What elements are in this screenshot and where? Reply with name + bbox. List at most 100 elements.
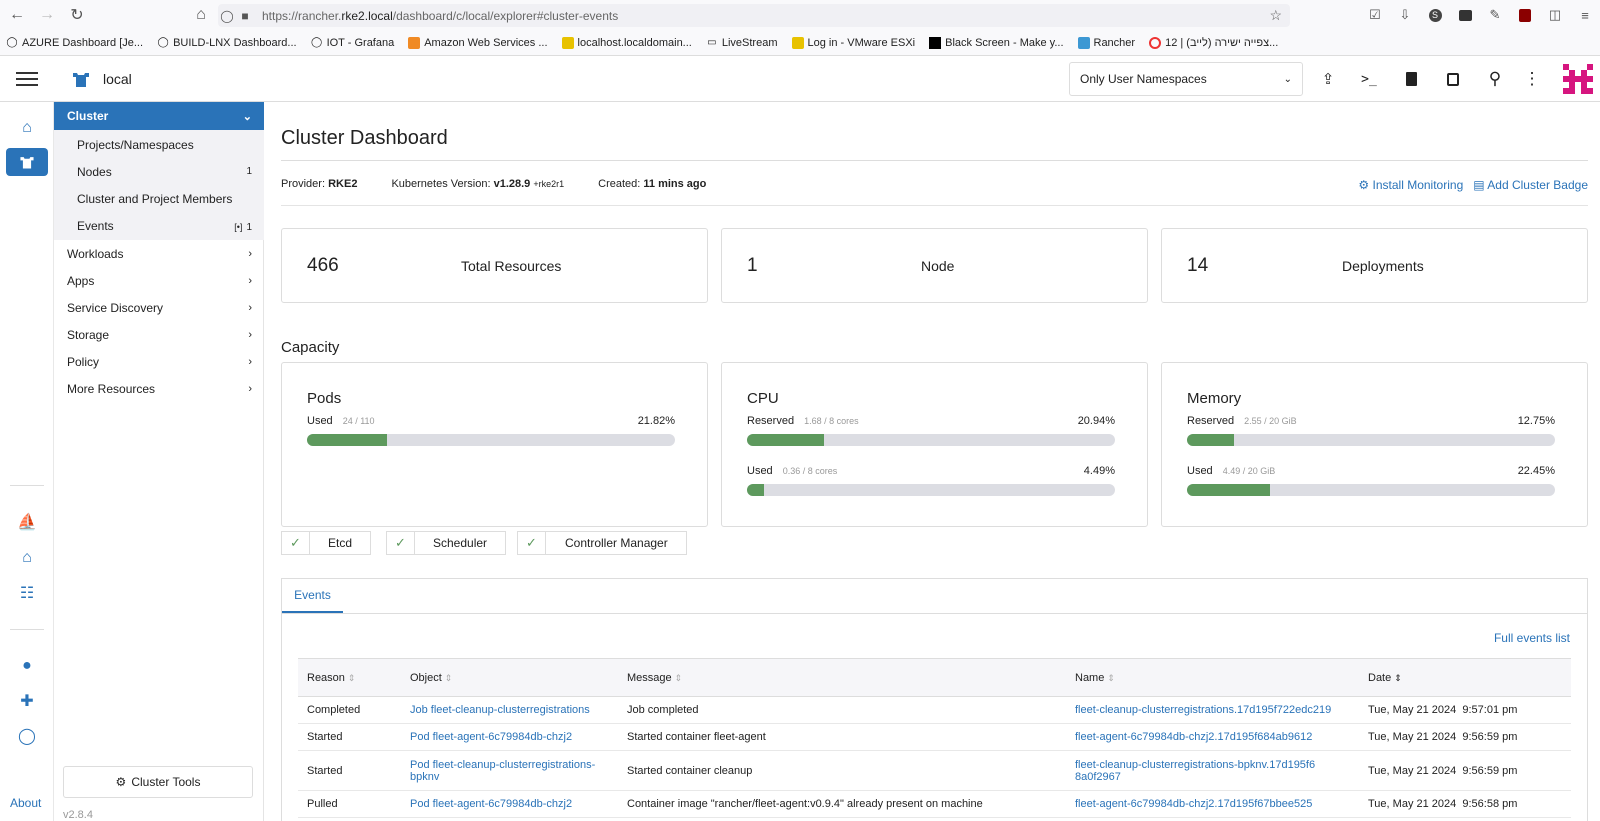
search-icon[interactable]: ⚲ bbox=[1484, 68, 1506, 90]
deployments-card[interactable]: 14 Deployments bbox=[1161, 228, 1588, 303]
hamburger-menu-icon[interactable] bbox=[16, 68, 38, 90]
extensions-icon[interactable]: ✎ bbox=[1480, 0, 1510, 30]
bookmark[interactable]: Amazon Web Services ... bbox=[408, 36, 548, 49]
total-resources-card[interactable]: 466 Total Resources bbox=[281, 228, 708, 303]
sailboat-icon[interactable]: ⛵ bbox=[0, 506, 54, 538]
tab-events[interactable]: Events bbox=[282, 579, 343, 613]
event-object-link[interactable]: Pod fleet-cleanup-clusterregistrations-b… bbox=[401, 750, 618, 791]
sidebar-item-more-resources[interactable]: More Resources › bbox=[54, 375, 264, 402]
virtualization-icon[interactable]: ☷ bbox=[0, 577, 54, 609]
event-name-link[interactable]: fleet-agent-6c79984db-chzj2.17d195f67bbe… bbox=[1066, 790, 1359, 818]
sidebar-item-workloads[interactable]: Workloads › bbox=[54, 240, 264, 267]
sidebar-item-events[interactable]: Events [•] 1 bbox=[54, 212, 264, 239]
home-icon[interactable]: ⌂ bbox=[186, 0, 216, 30]
globe-icon: ◯ bbox=[6, 37, 18, 48]
kubeconfig-file-icon[interactable] bbox=[1400, 68, 1422, 90]
bookmark[interactable]: localhost.localdomain... bbox=[561, 36, 692, 49]
reload-icon[interactable]: ↻ bbox=[62, 0, 92, 30]
namespace-filter-select[interactable]: Only User Namespaces ⌄ bbox=[1069, 62, 1303, 96]
column-header-message[interactable]: Message ⇕ bbox=[618, 658, 1066, 697]
column-header-name[interactable]: Name ⇕ bbox=[1066, 658, 1359, 697]
event-reason: Started bbox=[298, 723, 401, 751]
address-bar[interactable]: ◯ ■ https://rancher.rke2.local/dashboard… bbox=[218, 4, 1290, 27]
controller-manager-status-badge: ✓ Controller Manager bbox=[517, 531, 687, 555]
event-message: Container image "rancher/fleet-agent:v0.… bbox=[618, 790, 1066, 818]
fleet-icon[interactable]: ⌂ bbox=[0, 542, 54, 574]
sidebar-item-projects-namespaces[interactable]: Projects/Namespaces bbox=[54, 131, 264, 158]
chevron-right-icon: › bbox=[248, 247, 252, 260]
event-object-link[interactable]: Pod fleet-agent-6c79984db-chzj2 bbox=[401, 790, 618, 818]
component-label: Controller Manager bbox=[565, 536, 668, 550]
event-object-link[interactable]: Pod fleet-agent-6c79984db-chzj2 bbox=[401, 723, 618, 751]
sort-icon: ⇕ bbox=[1107, 672, 1115, 683]
extension-s-icon[interactable]: S bbox=[1420, 0, 1450, 30]
pods-capacity-card: Pods Used 24 / 110 21.82% bbox=[281, 362, 708, 527]
sidebar-item-service-discovery[interactable]: Service Discovery › bbox=[54, 294, 264, 321]
event-name-link[interactable]: fleet-cleanup-clusterregistrations-bpknv… bbox=[1066, 750, 1359, 791]
globe-icon[interactable]: ◯ bbox=[0, 720, 54, 752]
sidebar-item-label: Storage bbox=[67, 327, 110, 342]
cpu-reserved-gauge: Reserved 1.68 / 8 cores 20.94% bbox=[747, 415, 1115, 446]
sidebar-item-policy[interactable]: Policy › bbox=[54, 348, 264, 375]
version-label: v2.8.4 bbox=[63, 809, 93, 821]
sidebar-icon[interactable]: ◫ bbox=[1540, 0, 1570, 30]
sidebar-item-label: Projects/Namespaces bbox=[77, 137, 194, 152]
user-icon[interactable]: ● bbox=[0, 650, 54, 682]
menu-icon[interactable]: ≡ bbox=[1570, 0, 1600, 30]
event-name-link[interactable]: fleet-cleanup-clusterregistrations.17d19… bbox=[1066, 696, 1359, 724]
ublock-icon[interactable] bbox=[1510, 0, 1540, 30]
avatar[interactable] bbox=[1563, 64, 1593, 94]
download-icon[interactable]: ⇩ bbox=[1390, 0, 1420, 30]
puzzle-extensions-icon[interactable]: ✚ bbox=[0, 685, 54, 717]
bookmark[interactable]: ▭ LiveStream bbox=[706, 37, 777, 49]
sidebar-item-label: Events bbox=[77, 218, 114, 233]
bookmark[interactable]: Log in - VMware ESXi bbox=[791, 36, 915, 49]
sidebar-item-members[interactable]: Cluster and Project Members bbox=[54, 185, 264, 212]
bookmark[interactable]: ◯ BUILD-LNX Dashboard... bbox=[157, 37, 296, 49]
forward-icon[interactable]: → bbox=[32, 0, 62, 30]
item-count: 1 bbox=[246, 221, 252, 233]
column-header-object[interactable]: Object ⇕ bbox=[401, 658, 618, 697]
column-header-date[interactable]: Date ⇕ bbox=[1359, 658, 1571, 697]
capacity-card-title: Memory bbox=[1187, 390, 1242, 407]
sidebar-item-storage[interactable]: Storage › bbox=[54, 321, 264, 348]
event-reason: Completed bbox=[298, 696, 401, 724]
about-link[interactable]: About bbox=[10, 796, 41, 810]
cluster-tools-button[interactable]: ⚙ Cluster Tools bbox=[63, 766, 253, 798]
left-rail: ⌂ ⛵ ⌂ ☷ ● ✚ ◯ bbox=[0, 102, 54, 821]
component-label: Etcd bbox=[328, 536, 353, 550]
home-icon[interactable]: ⌂ bbox=[0, 112, 54, 144]
import-yaml-icon[interactable]: ⇪ bbox=[1317, 68, 1339, 90]
back-icon[interactable]: ← bbox=[2, 0, 32, 30]
black-square-icon bbox=[929, 36, 942, 49]
bookmark[interactable]: 12 | צפייה ישירה (לייב)... bbox=[1149, 36, 1278, 49]
event-name-link[interactable]: fleet-agent-6c79984db-chzj2.17d195f684ab… bbox=[1066, 723, 1359, 751]
cluster-local-icon[interactable] bbox=[6, 148, 48, 176]
full-events-list-link[interactable]: Full events list bbox=[1494, 631, 1570, 645]
column-header-reason[interactable]: Reason ⇕ bbox=[298, 658, 401, 697]
bookmark[interactable]: Black Screen - Make y... bbox=[929, 36, 1064, 49]
nav-group-label: Cluster bbox=[67, 109, 109, 123]
more-vertical-icon[interactable]: ⋮ bbox=[1521, 68, 1543, 90]
kubectl-shell-icon[interactable]: >_ bbox=[1358, 68, 1380, 90]
node-card[interactable]: 1 Node bbox=[721, 228, 1148, 303]
nav-group-cluster[interactable]: Cluster ⌄ bbox=[54, 102, 264, 130]
event-object-link[interactable]: Job fleet-cleanup-clusterregistrations bbox=[401, 696, 618, 724]
pocket-icon[interactable]: ☑ bbox=[1360, 0, 1390, 30]
copy-kubeconfig-icon[interactable] bbox=[1442, 68, 1464, 90]
cpu-used-gauge: Used 0.36 / 8 cores 4.49% bbox=[747, 465, 1115, 496]
install-monitoring-link[interactable]: ⚙ Install Monitoring bbox=[1358, 178, 1463, 192]
vmware-icon bbox=[791, 36, 804, 49]
bookmark[interactable]: ◯ IOT - Grafana bbox=[311, 37, 394, 49]
add-cluster-badge-link[interactable]: ▤ Add Cluster Badge bbox=[1473, 178, 1588, 192]
sidebar-item-apps[interactable]: Apps › bbox=[54, 267, 264, 294]
star-icon[interactable]: ☆ bbox=[1269, 7, 1282, 24]
page-title: Cluster Dashboard bbox=[281, 127, 448, 149]
sidebar-item-nodes[interactable]: Nodes 1 bbox=[54, 158, 264, 185]
progress-fill bbox=[1187, 484, 1270, 496]
progress-fill bbox=[1187, 434, 1234, 446]
bookmark[interactable]: ◯ AZURE Dashboard [Je... bbox=[6, 37, 143, 49]
capacity-card-title: Pods bbox=[307, 390, 342, 407]
bookmark[interactable]: Rancher bbox=[1077, 36, 1135, 49]
extension-dots-icon[interactable] bbox=[1450, 0, 1480, 30]
